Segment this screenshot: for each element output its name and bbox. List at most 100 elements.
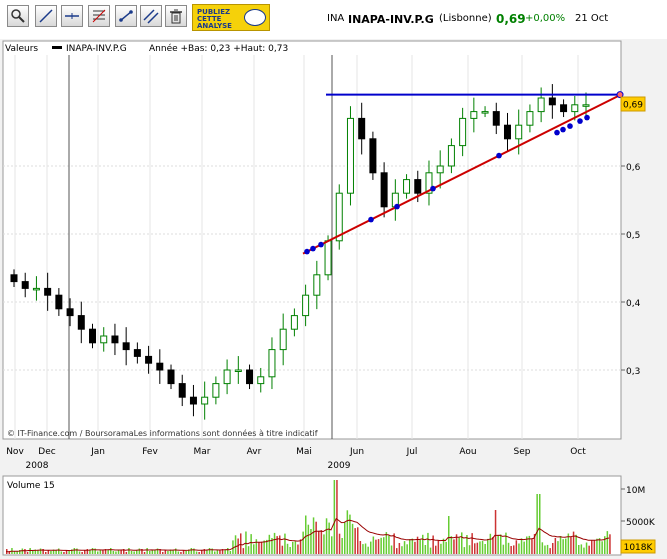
volume-bar: [185, 551, 187, 554]
volume-bar: [32, 551, 34, 554]
volume-bar: [440, 543, 442, 554]
candle-body: [290, 315, 298, 330]
volume-bar: [292, 541, 294, 554]
volume-bar: [247, 546, 250, 554]
volume-bar: [146, 548, 148, 554]
volume-bar: [609, 534, 611, 554]
candle-body: [503, 124, 511, 140]
volume-bar: [507, 542, 510, 554]
candle-body: [100, 335, 108, 344]
volume-bar: [388, 535, 390, 554]
volume-bar: [279, 535, 281, 554]
volume-bar: [510, 546, 512, 554]
volume-bar: [154, 550, 156, 554]
volume-bar: [474, 543, 476, 554]
volume-bar: [307, 524, 310, 554]
volume-bar: [531, 539, 533, 554]
volume-bar: [305, 515, 307, 554]
volume-bar: [411, 538, 414, 554]
volume-bar: [263, 540, 265, 554]
volume-bar: [130, 551, 133, 554]
volume-bar: [414, 541, 416, 554]
volume-bar: [588, 545, 590, 554]
volume-bar: [294, 541, 297, 554]
volume-bar: [58, 548, 60, 554]
candle-body: [481, 111, 489, 114]
volume-bar: [351, 523, 354, 554]
volume-bar: [227, 548, 229, 554]
volume-bar: [102, 550, 104, 554]
volume-bar: [445, 541, 447, 554]
volume-bar: [481, 540, 484, 554]
volume-bar: [143, 552, 146, 554]
volume-bar: [60, 551, 63, 554]
candle-body: [178, 383, 186, 398]
volume-bar: [557, 541, 559, 554]
volume-bar: [320, 530, 323, 554]
candle-body: [279, 328, 287, 351]
volume-bar: [419, 539, 421, 554]
trendline-touch-point: [318, 241, 324, 248]
x-tick-label: Jun: [349, 447, 364, 457]
volume-bar: [544, 545, 546, 554]
volume-bar: [552, 543, 554, 554]
candle-body: [133, 349, 141, 357]
x-tick-label: Sep: [514, 447, 531, 457]
volume-bar: [598, 538, 601, 554]
volume-bar: [8, 552, 11, 554]
volume-bar: [219, 550, 221, 554]
trendline-touch-point: [394, 203, 400, 210]
current-price-label: 0,69: [623, 101, 643, 111]
volume-bar: [331, 536, 333, 554]
volume-bar: [29, 548, 31, 554]
y-tick-label: 0,6: [626, 163, 641, 173]
volume-bar: [377, 539, 380, 554]
trendline-touch-point: [304, 248, 310, 255]
volume-bar: [110, 548, 112, 554]
candle-body: [167, 369, 175, 385]
candle-body: [380, 172, 388, 208]
candle-body: [156, 362, 164, 371]
volume-bar: [253, 544, 255, 554]
x-tick-label: Dec: [38, 447, 55, 457]
candle-body: [548, 97, 556, 106]
volume-bar: [297, 544, 299, 554]
volume-bar: [164, 550, 167, 554]
volume-bar: [429, 547, 432, 554]
volume-bar: [50, 551, 52, 554]
candle-body: [44, 287, 52, 296]
volume-bar: [120, 550, 122, 554]
x-tick-label: Mai: [296, 447, 312, 457]
legend-series-name: INAPA-INV.P.G: [66, 44, 127, 54]
volume-bar: [372, 536, 375, 554]
volume-bar: [536, 494, 538, 554]
x-tick-label: Jan: [90, 447, 105, 457]
candle-body: [77, 315, 85, 330]
x-tick-label: Fev: [142, 447, 158, 457]
volume-bar: [578, 545, 580, 554]
volume-bar: [255, 539, 258, 554]
trendline-touch-point: [577, 118, 583, 124]
volume-bar: [515, 540, 518, 554]
volume-bar: [476, 542, 479, 554]
volume-bar: [357, 527, 359, 554]
volume-bar: [596, 538, 598, 554]
volume-bar: [63, 552, 65, 554]
candle-body: [492, 111, 500, 126]
volume-bar: [245, 531, 247, 554]
volume-bar: [133, 551, 135, 554]
volume-tick-label: 10M: [626, 486, 645, 496]
candle-body: [32, 287, 40, 291]
candle-body: [414, 179, 422, 194]
volume-bar: [91, 548, 94, 554]
volume-bar: [432, 535, 434, 554]
candle-body: [459, 117, 467, 147]
volume-bar: [424, 545, 427, 554]
candle-body: [268, 349, 276, 378]
volume-bar: [435, 545, 437, 554]
candle-body: [145, 355, 153, 364]
candle-body: [515, 124, 523, 140]
volume-bar: [513, 545, 515, 554]
trendline-touch-point: [430, 185, 436, 192]
volume-bar: [112, 551, 115, 554]
